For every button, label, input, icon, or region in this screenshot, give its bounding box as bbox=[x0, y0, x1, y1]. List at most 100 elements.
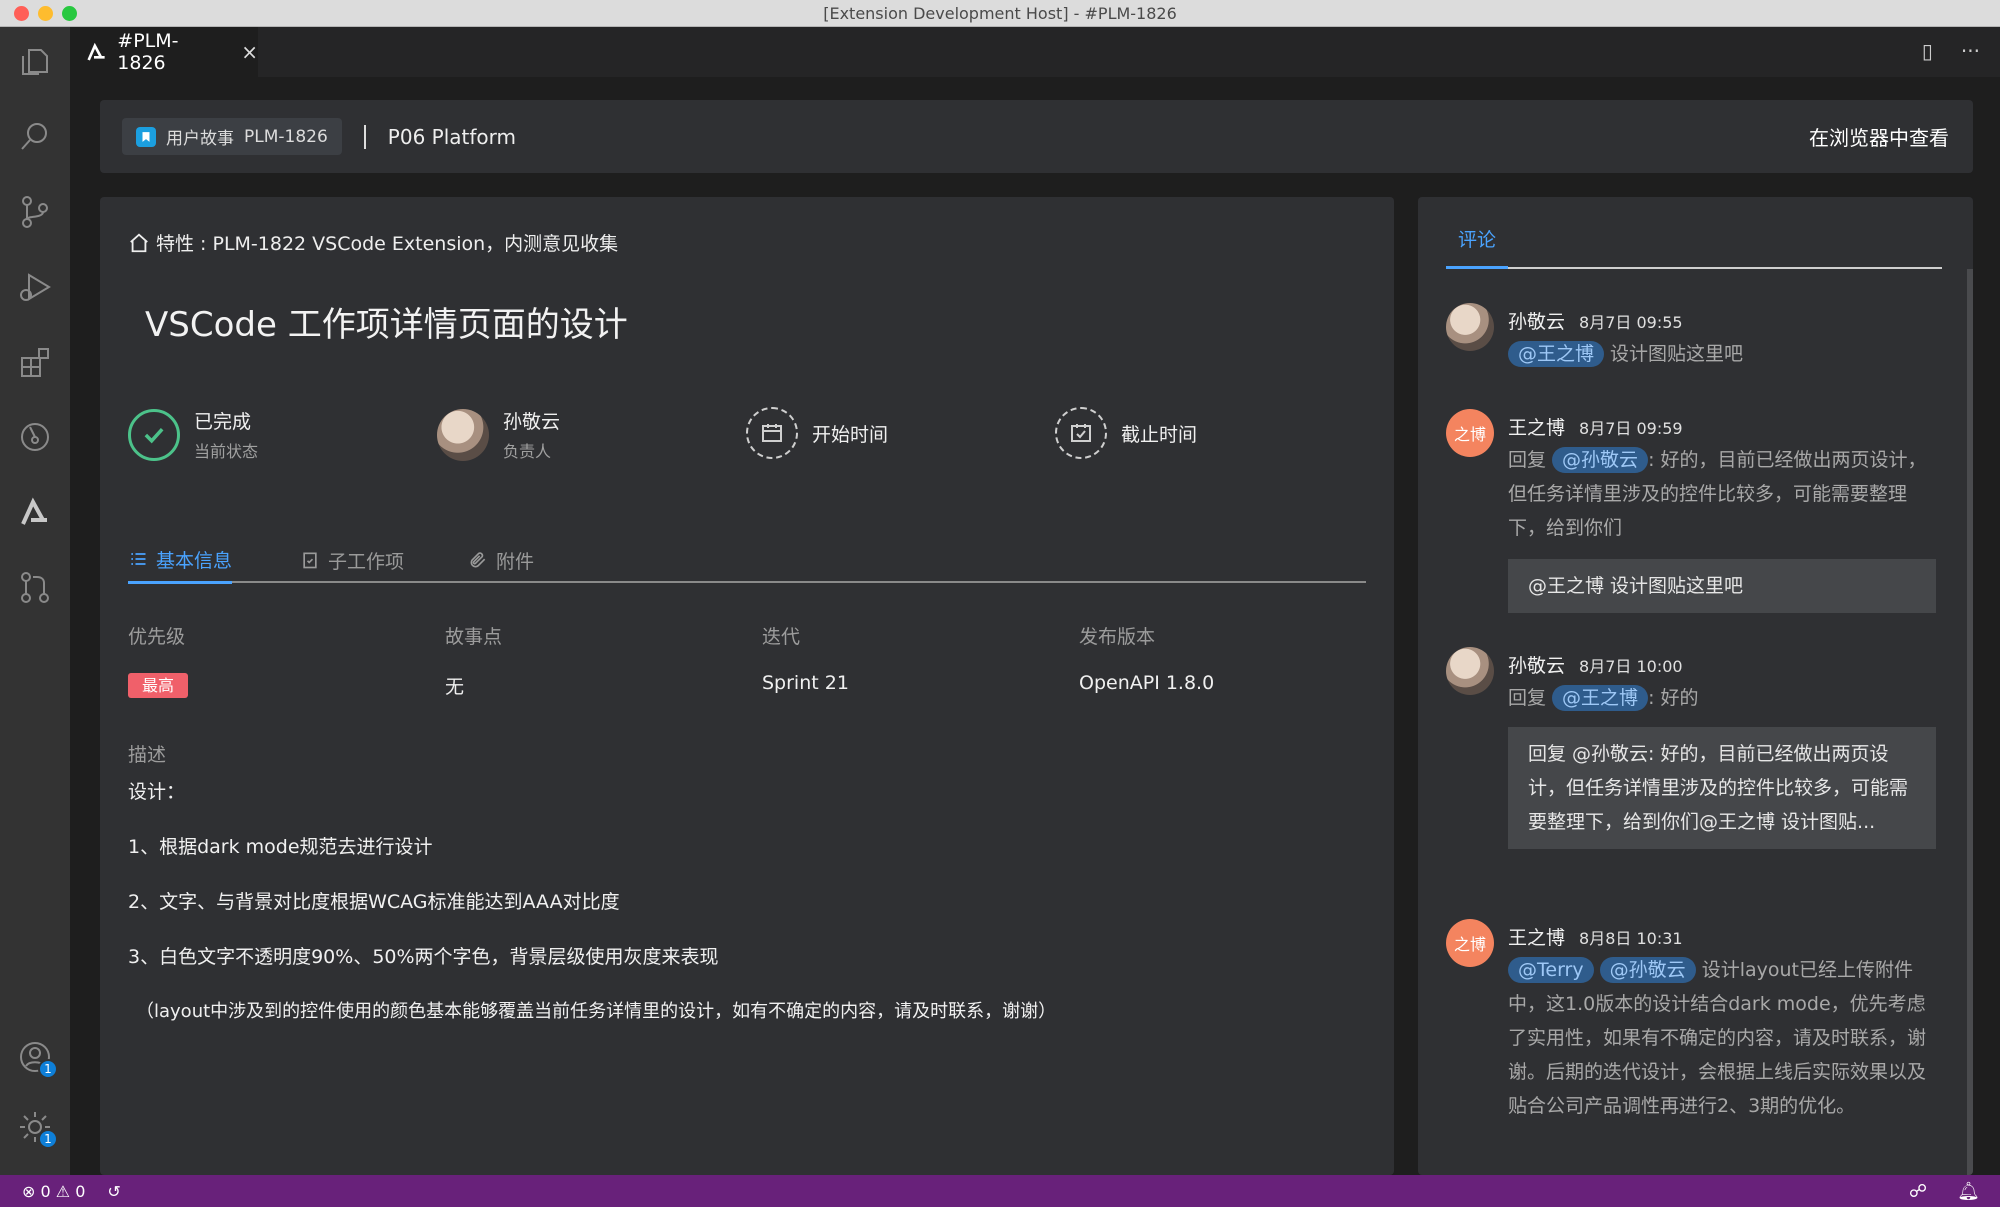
pull-request-icon[interactable] bbox=[0, 557, 70, 617]
assignee-avatar bbox=[437, 408, 489, 461]
notifications-bell-icon[interactable]: 🔔︎ bbox=[1957, 1181, 1980, 1202]
feedback-icon[interactable]: ☍ bbox=[1909, 1181, 1927, 1202]
story-points-label: 故事点 bbox=[445, 626, 503, 648]
assignee-field[interactable]: 孙敬云 负责人 bbox=[437, 407, 560, 462]
status-label: 当前状态 bbox=[194, 442, 259, 461]
description-label: 描述 bbox=[128, 744, 167, 766]
project-name[interactable]: P06 Platform bbox=[388, 125, 516, 149]
editor-tab-label: #PLM-1826 bbox=[117, 30, 179, 74]
extensions-icon[interactable] bbox=[0, 332, 70, 392]
work-item-type: 用户故事 bbox=[166, 129, 234, 149]
tab-sub-items-label: 子工作项 bbox=[328, 550, 405, 573]
start-time-label: 开始时间 bbox=[812, 423, 889, 446]
commenter-name: 王之博 bbox=[1508, 927, 1566, 949]
comment-text: 设计图贴这里吧 bbox=[1604, 343, 1744, 365]
assignee-label: 负责人 bbox=[503, 442, 552, 461]
priority-field[interactable]: 最高 bbox=[128, 672, 189, 698]
due-time-field[interactable]: 截止时间 bbox=[1055, 407, 1197, 459]
accounts-badge: 1 bbox=[38, 1059, 58, 1079]
mention-tag[interactable]: @Terry bbox=[1508, 957, 1594, 983]
warning-icon: ⚠ bbox=[55, 1181, 71, 1201]
status-field[interactable]: 已完成 当前状态 bbox=[128, 407, 258, 462]
breadcrumb[interactable]: 特性 : PLM-1822 VSCode Extension，内测意见收集 bbox=[128, 229, 618, 256]
comment-text: : 好的 bbox=[1648, 687, 1699, 709]
mention-tag[interactable]: @孙敬云 bbox=[1599, 957, 1696, 983]
maximize-window-button[interactable] bbox=[62, 6, 77, 21]
story-points-value[interactable]: 无 bbox=[445, 672, 464, 699]
start-time-field[interactable]: 开始时间 bbox=[746, 407, 888, 459]
iteration-value[interactable]: Sprint 21 bbox=[762, 672, 849, 694]
tab-attachments-label: 附件 bbox=[496, 550, 535, 573]
commenter-avatar: 之博 bbox=[1446, 919, 1494, 967]
due-time-label: 截止时间 bbox=[1121, 423, 1198, 446]
paperclip-icon bbox=[470, 552, 486, 568]
comment-time: 8月7日 09:59 bbox=[1579, 419, 1683, 438]
explorer-icon[interactable] bbox=[0, 32, 70, 92]
assignee-value: 孙敬云 bbox=[503, 411, 561, 433]
clipboard-check-icon bbox=[303, 552, 317, 569]
detail-tabs: 基本信息 子工作项 附件 bbox=[128, 537, 1366, 584]
editor-tab-bar: #PLM-1826 × ▯ ··· bbox=[70, 27, 2000, 77]
minimize-window-button[interactable] bbox=[38, 6, 53, 21]
quoted-comment: 回复 @孙敬云: 好的，目前已经做出两页设计，但任务详情里涉及的控件比较多，可能… bbox=[1508, 727, 1936, 849]
run-debug-icon[interactable] bbox=[0, 257, 70, 317]
more-actions-icon[interactable]: ··· bbox=[1961, 39, 1980, 63]
commenter-avatar bbox=[1446, 303, 1494, 351]
header-divider bbox=[363, 124, 366, 149]
close-tab-icon[interactable]: × bbox=[241, 40, 258, 64]
work-item-type-chip: 用户故事 PLM-1826 bbox=[122, 118, 342, 155]
work-item-id: PLM-1826 bbox=[244, 126, 328, 147]
breadcrumb-text: 特性 : PLM-1822 VSCode Extension，内测意见收集 bbox=[156, 233, 619, 255]
close-window-button[interactable] bbox=[14, 6, 29, 21]
problems-indicator[interactable]: ⊗ 0 ⚠ 0 bbox=[22, 1182, 85, 1201]
page-title[interactable]: VSCode 工作项详情页面的设计 bbox=[145, 297, 628, 346]
commenter-name: 孙敬云 bbox=[1508, 655, 1566, 677]
window-titlebar: [Extension Development Host] - #PLM-1826 bbox=[0, 0, 2000, 27]
mention-tag[interactable]: @王之博 bbox=[1508, 341, 1605, 367]
plm-logo-icon bbox=[87, 42, 105, 61]
tab-basic-info-label: 基本信息 bbox=[156, 549, 233, 572]
check-icon bbox=[128, 408, 180, 461]
comments-panel: 评论 孙敬云 8月7日 09:55 @王之博 设计图贴这里吧 之博 王之博 8月… bbox=[1418, 197, 1973, 1175]
tab-basic-info[interactable]: 基本信息 bbox=[128, 537, 233, 584]
search-icon[interactable] bbox=[0, 107, 70, 167]
source-control-icon[interactable] bbox=[0, 182, 70, 242]
accounts-icon[interactable]: 1 bbox=[0, 1027, 70, 1087]
comment-body: 回复 @孙敬云: 好的，目前已经做出两页设计，但任务详情里涉及的控件比较多，可能… bbox=[1508, 443, 1936, 545]
plm-extension-icon[interactable] bbox=[0, 482, 70, 542]
comment-time: 8月8日 10:31 bbox=[1579, 929, 1683, 948]
tab-comments[interactable]: 评论 bbox=[1446, 225, 1509, 269]
settings-gear-icon[interactable]: 1 bbox=[0, 1097, 70, 1157]
story-icon bbox=[136, 126, 156, 147]
calendar-icon bbox=[746, 407, 798, 459]
mention-tag[interactable]: @王之博 bbox=[1552, 685, 1649, 711]
comments-scrollbar[interactable] bbox=[1967, 269, 1973, 1175]
error-icon: ⊗ bbox=[22, 1181, 36, 1201]
comment-time: 8月7日 09:55 bbox=[1579, 313, 1683, 332]
calendar-check-icon bbox=[1055, 407, 1107, 459]
mention-tag[interactable]: @孙敬云 bbox=[1552, 447, 1649, 473]
timeline-icon[interactable] bbox=[0, 407, 70, 467]
commenter-avatar: 之博 bbox=[1446, 409, 1494, 457]
description-line: 1、根据dark mode规范去进行设计 bbox=[128, 836, 433, 858]
description-line: 设计： bbox=[128, 781, 186, 803]
error-count: 0 bbox=[40, 1181, 51, 1201]
description-line: （layout中涉及到的控件使用的颜色基本能够覆盖当前任务详情里的设计，如有不确… bbox=[136, 1001, 1057, 1022]
release-value[interactable]: OpenAPI 1.8.0 bbox=[1079, 672, 1214, 694]
activity-bar: 1 1 bbox=[0, 27, 70, 1175]
commenter-name: 王之博 bbox=[1508, 417, 1566, 439]
open-in-browser-link[interactable]: 在浏览器中查看 bbox=[1809, 122, 1949, 151]
work-item-header: 用户故事 PLM-1826 P06 Platform 在浏览器中查看 bbox=[100, 100, 1973, 173]
split-editor-icon[interactable]: ▯ bbox=[1922, 39, 1933, 63]
description-line: 3、白色文字不透明度90%、50%两个字色，背景层级使用灰度来表现 bbox=[128, 946, 719, 968]
editor-tab[interactable]: #PLM-1826 × bbox=[70, 27, 258, 77]
release-label: 发布版本 bbox=[1079, 626, 1156, 648]
tab-sub-items[interactable]: 子工作项 bbox=[300, 537, 404, 583]
description-line: 2、文字、与背景对比度根据WCAG标准能达到AAA对比度 bbox=[128, 891, 620, 913]
priority-label: 优先级 bbox=[128, 626, 186, 648]
history-icon[interactable]: ↺ bbox=[107, 1182, 120, 1201]
tab-attachments[interactable]: 附件 bbox=[468, 537, 534, 583]
commenter-avatar bbox=[1446, 647, 1494, 695]
editor-actions: ▯ ··· bbox=[1922, 39, 1980, 63]
comment-body: @Terry @孙敬云 设计layout已经上传附件中，这1.0版本的设计结合d… bbox=[1508, 953, 1936, 1123]
